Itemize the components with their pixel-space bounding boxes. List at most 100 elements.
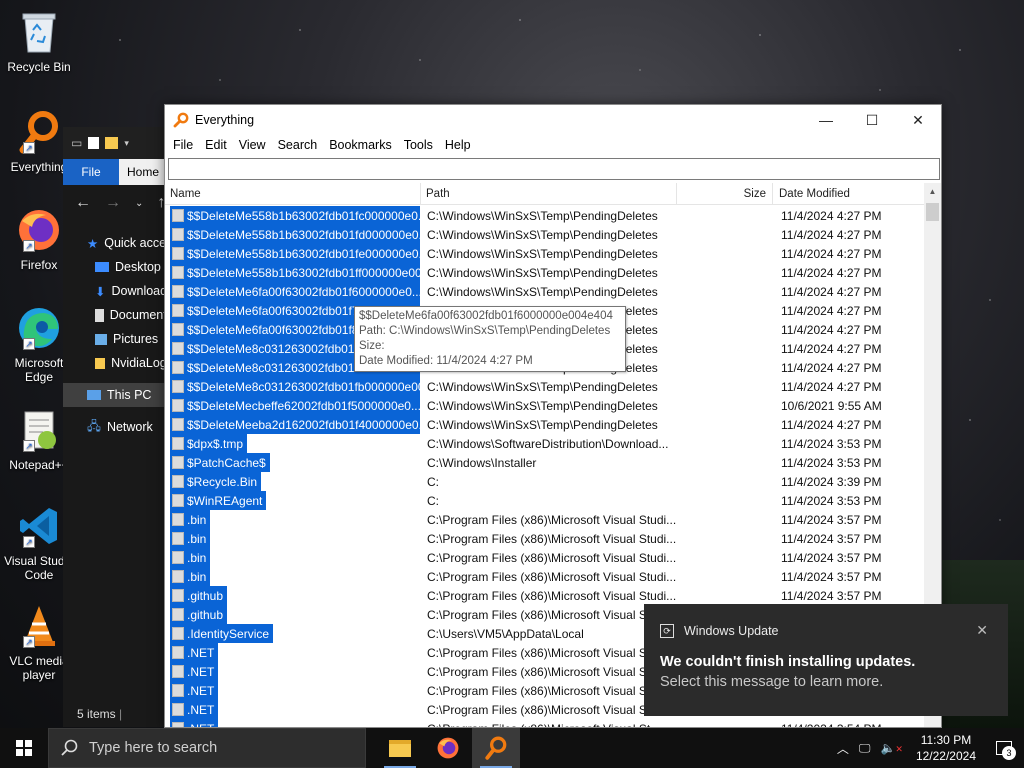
column-header-size[interactable]: Size bbox=[677, 183, 773, 205]
shortcut-arrow-icon: ↗ bbox=[23, 142, 35, 154]
windows-update-notification[interactable]: ⟳ Windows Update ✕ We couldn't finish in… bbox=[644, 604, 1008, 716]
start-button[interactable] bbox=[0, 728, 48, 768]
menu-help[interactable]: Help bbox=[439, 138, 477, 152]
menu-bookmarks[interactable]: Bookmarks bbox=[323, 138, 398, 152]
result-row[interactable]: .bin C:\Program Files (x86)\Microsoft Vis… bbox=[165, 567, 925, 586]
nav-item-documents[interactable]: Documents bbox=[63, 303, 173, 327]
folder-icon bbox=[172, 589, 184, 602]
folder-icon bbox=[172, 323, 184, 336]
search-input[interactable] bbox=[168, 158, 940, 180]
star-icon: ★ bbox=[87, 236, 99, 251]
file-name: $$DeleteMecbeffe62002fdb01f5000000e0... bbox=[187, 398, 420, 413]
result-row[interactable]: $$DeleteMe558b1b63002fdb01fc000000e0... C… bbox=[165, 206, 925, 225]
selected-name: $$DeleteMeeba2d162002fdb01f4000000e0... bbox=[170, 415, 420, 434]
taskbar-file-explorer[interactable] bbox=[376, 728, 424, 768]
result-row[interactable]: $$DeleteMe558b1b63002fdb01fd000000e0... C… bbox=[165, 225, 925, 244]
scrollbar-thumb[interactable] bbox=[926, 203, 939, 221]
chevron-down-icon[interactable]: ▾ bbox=[124, 138, 129, 149]
forward-arrow-icon[interactable]: → bbox=[105, 194, 121, 212]
result-row[interactable]: $WinREAgent C: 11/4/2024 3:53 PM bbox=[165, 491, 925, 510]
chevron-down-icon[interactable]: ⌄ bbox=[135, 198, 143, 209]
nav-item-this-pc[interactable]: This PC bbox=[63, 383, 173, 407]
network-icon[interactable]: 🖵 bbox=[854, 741, 876, 756]
result-row[interactable]: $$DeleteMecbeffe62002fdb01f5000000e0... C… bbox=[165, 396, 925, 415]
folder-icon bbox=[172, 418, 184, 431]
cell-name: $$DeleteMecbeffe62002fdb01f5000000e0... bbox=[165, 396, 421, 415]
minimize-button[interactable]: — bbox=[803, 105, 849, 135]
clock-time: 11:30 PM bbox=[920, 733, 972, 747]
result-row[interactable]: $Recycle.Bin C: 11/4/2024 3:39 PM bbox=[165, 472, 925, 491]
nav-item-nvidialogs[interactable]: NvidiaLogs bbox=[63, 351, 173, 375]
selected-name: .bin bbox=[170, 529, 211, 548]
close-icon[interactable]: ✕ bbox=[976, 622, 988, 639]
desktop-icon-recycle-bin[interactable]: Recycle Bin bbox=[4, 8, 74, 74]
nav-item-quick-access[interactable]: ★ Quick access bbox=[63, 231, 179, 255]
cell-path: C:\Program Files (x86)\Microsoft Visual … bbox=[427, 550, 677, 565]
tooltip-path: Path: C:\Windows\WinSxS\Temp\PendingDele… bbox=[359, 325, 611, 337]
cell-path: C:\Windows\SoftwareDistribution\Download… bbox=[427, 436, 669, 451]
cell-date: 11/4/2024 4:27 PM bbox=[781, 303, 882, 318]
properties-icon[interactable]: ▭ bbox=[71, 136, 82, 150]
result-row[interactable]: $$DeleteMe8c031263002fdb01fb000000e00...… bbox=[165, 377, 925, 396]
chevron-up-icon[interactable]: ︿ bbox=[832, 740, 854, 757]
menu-view[interactable]: View bbox=[233, 138, 272, 152]
result-row[interactable]: $$DeleteMe558b1b63002fdb01ff000000e00...… bbox=[165, 263, 925, 282]
maximize-button[interactable]: ☐ bbox=[849, 105, 895, 135]
result-row[interactable]: .bin C:\Program Files (x86)\Microsoft Vis… bbox=[165, 548, 925, 567]
taskbar-search-box[interactable]: Type here to search bbox=[48, 728, 366, 768]
scroll-up-icon[interactable]: ▲ bbox=[924, 183, 941, 200]
notification-center-button[interactable]: 3 bbox=[984, 728, 1024, 768]
explorer-navbar: ← → ⌄ ↑ bbox=[63, 185, 173, 221]
selected-name: $$DeleteMe6fa00f63002fdb01f6000000e0... bbox=[170, 282, 420, 301]
file-name: .bin bbox=[187, 550, 207, 565]
cell-path: C:\Windows\WinSxS\Temp\PendingDeletes bbox=[427, 208, 658, 223]
result-row[interactable]: $dpx$.tmp C:\Windows\SoftwareDistribution… bbox=[165, 434, 925, 453]
volume-muted-icon[interactable]: 🔈✕ bbox=[875, 741, 908, 755]
cell-date: 11/4/2024 3:53 PM bbox=[781, 455, 882, 470]
cell-name: $PatchCache$ bbox=[165, 453, 421, 472]
column-header-name[interactable]: Name bbox=[165, 183, 421, 205]
result-row[interactable]: .bin C:\Program Files (x86)\Microsoft Vis… bbox=[165, 529, 925, 548]
title-bar[interactable]: Everything — ☐ ✕ bbox=[165, 105, 941, 135]
cell-name: .bin bbox=[165, 510, 421, 529]
result-row[interactable]: .bin C:\Program Files (x86)\Microsoft Vis… bbox=[165, 510, 925, 529]
back-arrow-icon[interactable]: ← bbox=[75, 194, 91, 212]
result-row[interactable]: $$DeleteMeeba2d162002fdb01f4000000e0... C… bbox=[165, 415, 925, 434]
search-icon bbox=[61, 739, 79, 757]
taskbar-firefox[interactable] bbox=[424, 728, 472, 768]
folder-icon bbox=[172, 228, 184, 241]
file-tab[interactable]: File bbox=[63, 159, 119, 185]
home-tab[interactable]: Home bbox=[119, 159, 168, 185]
result-row[interactable]: $$DeleteMe6fa00f63002fdb01f6000000e0... C… bbox=[165, 282, 925, 301]
column-header-path[interactable]: Path bbox=[421, 183, 677, 205]
menu-search[interactable]: Search bbox=[272, 138, 324, 152]
file-explorer-window[interactable]: ▭ ▾ File Home ← → ⌄ ↑ ★ Quick access Des… bbox=[63, 127, 179, 727]
selected-name: $WinREAgent bbox=[170, 491, 267, 510]
cell-path: C:\Program Files (x86)\Microsoft Visual … bbox=[427, 588, 677, 603]
menu-edit[interactable]: Edit bbox=[199, 138, 233, 152]
cell-date: 11/4/2024 3:57 PM bbox=[781, 588, 882, 603]
result-row[interactable]: .github C:\Program Files (x86)\Microsoft … bbox=[165, 586, 925, 605]
result-row[interactable]: $PatchCache$ C:\Windows\Installer 11/4/202… bbox=[165, 453, 925, 472]
checkmark-icon[interactable] bbox=[88, 137, 100, 149]
file-name: .IdentityService bbox=[187, 626, 270, 641]
taskbar-everything[interactable] bbox=[472, 728, 520, 768]
result-row[interactable]: .NETC:\Program Files (x86)\Microsoft Vis… bbox=[165, 719, 925, 727]
column-header-row: Name Path Size Date Modified bbox=[165, 183, 925, 205]
nav-item-pictures[interactable]: Pictures bbox=[63, 327, 173, 351]
folder-icon[interactable] bbox=[105, 137, 119, 149]
clock[interactable]: 11:30 PM 12/22/2024 bbox=[908, 732, 984, 764]
file-name: $$DeleteMe558b1b63002fdb01ff000000e00... bbox=[187, 265, 420, 280]
column-header-date-modified[interactable]: Date Modified bbox=[773, 183, 925, 205]
close-button[interactable]: ✕ bbox=[895, 105, 941, 135]
nav-item-network[interactable]: 🖧 Network bbox=[63, 415, 173, 439]
file-name: .NET bbox=[187, 664, 215, 679]
nav-item-desktop[interactable]: Desktop bbox=[63, 255, 173, 279]
result-row[interactable]: $$DeleteMe558b1b63002fdb01fe000000e0... C… bbox=[165, 244, 925, 263]
menu-file[interactable]: File bbox=[167, 138, 199, 152]
nav-item-downloads[interactable]: ⬇ Downloads bbox=[63, 279, 173, 303]
file-name: $$DeleteMe8c031263002fdb01fb000000e00... bbox=[187, 379, 420, 394]
menu-tools[interactable]: Tools bbox=[398, 138, 439, 152]
selected-name: $PatchCache$ bbox=[170, 453, 270, 472]
cell-path: C:\Windows\WinSxS\Temp\PendingDeletes bbox=[427, 398, 658, 413]
